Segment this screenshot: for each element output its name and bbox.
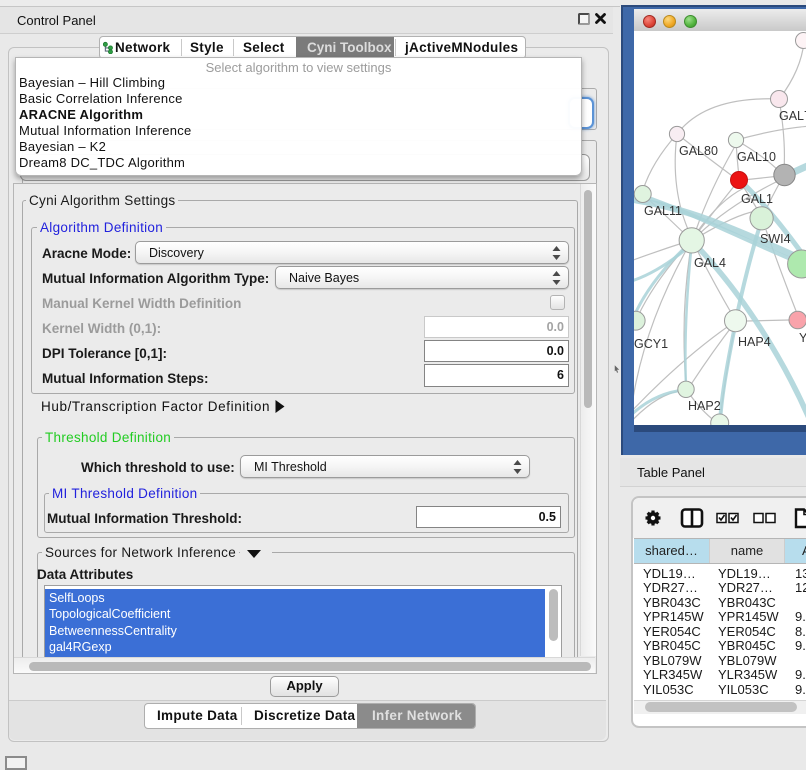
svg-text:GAL10: GAL10 xyxy=(737,150,776,164)
svg-text:GAL4: GAL4 xyxy=(694,256,726,270)
svg-text:SWI4: SWI4 xyxy=(760,232,791,246)
svg-text:GAL80: GAL80 xyxy=(679,144,718,158)
svg-text:GAL11: GAL11 xyxy=(644,204,682,218)
svg-text:GAL1: GAL1 xyxy=(741,192,773,206)
svg-text:HAP4: HAP4 xyxy=(738,335,771,349)
svg-text:GCY1: GCY1 xyxy=(634,337,668,351)
svg-text:GAL7: GAL7 xyxy=(779,109,806,123)
svg-text:HAP2: HAP2 xyxy=(688,399,721,413)
svg-text:YM: YM xyxy=(799,331,806,345)
